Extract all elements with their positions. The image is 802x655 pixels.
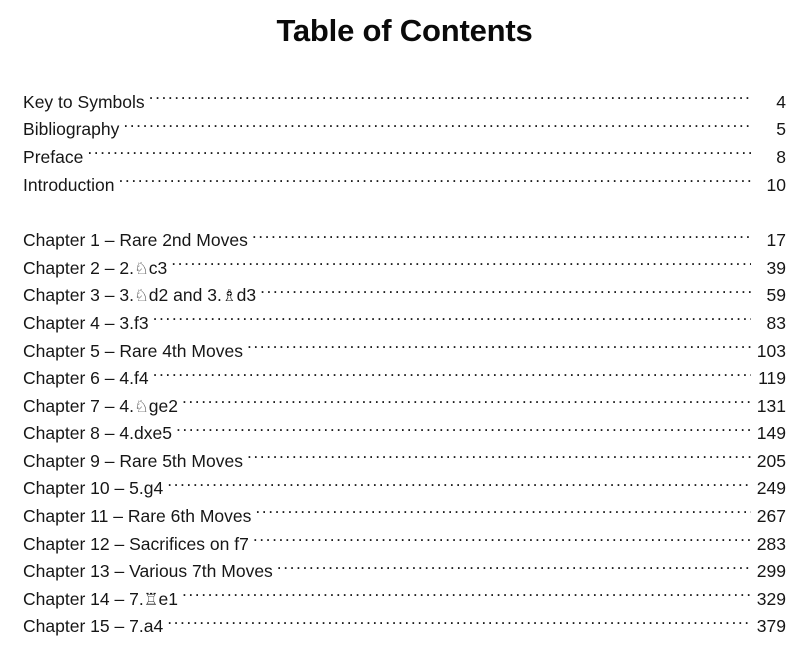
chapter-entry-page-number: 299: [756, 561, 786, 582]
chapter-entry-label: Chapter 2 – 2.♘c3: [23, 257, 168, 278]
front-matter-entry-label: Bibliography: [23, 119, 120, 140]
dot-leader: [253, 532, 751, 550]
chapter-entry-page-number: 205: [756, 450, 786, 471]
chapter-entry-page-number: 283: [756, 533, 786, 554]
toc-entry[interactable]: Chapter 3 – 3.♘d2 and 3.♗d3 59: [23, 282, 786, 310]
chapter-entry-page-number: 249: [756, 478, 786, 499]
toc-entry[interactable]: Preface 8: [23, 144, 786, 172]
dot-leader: [176, 422, 751, 440]
toc-entry[interactable]: Chapter 12 – Sacrifices on f7 283: [23, 531, 786, 559]
front-matter-entry-page-number: 8: [776, 146, 786, 167]
dot-leader: [182, 394, 751, 412]
chapter-list: Chapter 1 – Rare 2nd Moves 17 Chapter 2 – …: [23, 227, 786, 641]
chapter-entry-label: Chapter 15 – 7.a4: [23, 616, 164, 637]
toc-entry[interactable]: Chapter 4 – 3.f3 83: [23, 310, 786, 338]
dot-leader: [167, 615, 751, 633]
toc-entry[interactable]: Chapter 1 – Rare 2nd Moves 17: [23, 227, 786, 255]
chapter-entry-page-number: 379: [756, 616, 786, 637]
chapter-entry-label: Chapter 8 – 4.dxe5: [23, 423, 172, 444]
toc-entry[interactable]: Chapter 11 – Rare 6th Moves 267: [23, 503, 786, 531]
toc-entry[interactable]: Chapter 9 – Rare 5th Moves 205: [23, 448, 786, 476]
dot-leader: [153, 311, 751, 329]
dot-leader: [171, 256, 751, 274]
dot-leader: [167, 477, 751, 495]
chapter-entry-page-number: 119: [758, 368, 786, 389]
dot-leader: [247, 449, 751, 467]
toc-entry[interactable]: Chapter 8 – 4.dxe5 149: [23, 420, 786, 448]
toc-entry[interactable]: Chapter 2 – 2.♘c3 39: [23, 255, 786, 283]
chapter-entry-page-number: 17: [766, 230, 786, 251]
dot-leader: [255, 505, 751, 523]
dot-leader: [277, 560, 751, 578]
toc-entry[interactable]: Chapter 13 – Various 7th Moves 299: [23, 558, 786, 586]
chapter-entry-label: Chapter 4 – 3.f3: [23, 312, 149, 333]
front-matter-entry-page-number: 5: [776, 119, 786, 140]
front-matter-entry-label: Introduction: [23, 174, 115, 195]
chess-piece-icon: ♘: [133, 286, 149, 306]
chess-piece-icon: ♘: [133, 396, 149, 416]
chapter-entry-page-number: 329: [756, 588, 786, 609]
chapter-entry-label: Chapter 12 – Sacrifices on f7: [23, 533, 249, 554]
toc-page: Table of Contents Key to Symbols 4 Bibliog…: [0, 0, 802, 655]
chapter-entry-label: Chapter 13 – Various 7th Moves: [23, 561, 273, 582]
toc-entry[interactable]: Chapter 15 – 7.a4 379: [23, 613, 786, 641]
chess-piece-icon: ♘: [133, 258, 149, 278]
chapter-entry-label: Chapter 7 – 4.♘ge2: [23, 395, 178, 416]
dot-leader: [252, 229, 751, 247]
chapter-entry-label: Chapter 11 – Rare 6th Moves: [23, 506, 252, 527]
chapter-entry-page-number: 149: [756, 423, 786, 444]
chapter-entry-page-number: 103: [756, 340, 786, 361]
chapter-entry-label: Chapter 14 – 7.♖e1: [23, 588, 178, 609]
toc-entry[interactable]: Chapter 5 – Rare 4th Moves 103: [23, 338, 786, 366]
dot-leader: [119, 173, 752, 191]
dot-leader: [153, 367, 751, 385]
toc-entry[interactable]: Key to Symbols 4: [23, 89, 786, 117]
toc-entry[interactable]: Introduction 10: [23, 172, 786, 200]
chapter-entry-label: Chapter 10 – 5.g4: [23, 478, 164, 499]
dot-leader: [260, 284, 751, 302]
toc-entry[interactable]: Chapter 6 – 4.f4 119: [23, 365, 786, 393]
chapter-entry-page-number: 131: [756, 395, 786, 416]
toc-entry[interactable]: Chapter 14 – 7.♖e1 329: [23, 586, 786, 614]
dot-leader: [87, 145, 751, 163]
chess-piece-icon: ♖: [143, 589, 159, 609]
dot-leader: [247, 339, 751, 357]
chapter-entry-page-number: 59: [766, 285, 786, 306]
chapter-entry-page-number: 267: [756, 506, 786, 527]
front-matter-list: Key to Symbols 4 Bibliography 5 Preface 8 Intr…: [23, 89, 786, 199]
chapter-entry-page-number: 83: [766, 312, 786, 333]
dot-leader: [182, 587, 751, 605]
front-matter-entry-page-number: 10: [766, 174, 786, 195]
dot-leader: [149, 90, 751, 108]
page-title: Table of Contents: [276, 13, 533, 48]
front-matter-entry-label: Preface: [23, 146, 84, 167]
chapter-entry-label: Chapter 6 – 4.f4: [23, 368, 149, 389]
dot-leader: [123, 118, 751, 136]
chapter-entry-label: Chapter 3 – 3.♘d2 and 3.♗d3: [23, 285, 257, 306]
front-matter-entry-label: Key to Symbols: [23, 91, 145, 112]
chapter-entry-page-number: 39: [766, 257, 786, 278]
chapter-entry-label: Chapter 5 – Rare 4th Moves: [23, 340, 243, 361]
toc-entry[interactable]: Chapter 10 – 5.g4 249: [23, 475, 786, 503]
front-matter-entry-page-number: 4: [776, 91, 786, 112]
chapter-entry-label: Chapter 1 – Rare 2nd Moves: [23, 230, 248, 251]
chess-piece-icon: ♗: [221, 286, 237, 306]
chapter-entry-label: Chapter 9 – Rare 5th Moves: [23, 450, 243, 471]
toc-entry[interactable]: Bibliography 5: [23, 116, 786, 144]
toc-entry[interactable]: Chapter 7 – 4.♘ge2 131: [23, 393, 786, 421]
